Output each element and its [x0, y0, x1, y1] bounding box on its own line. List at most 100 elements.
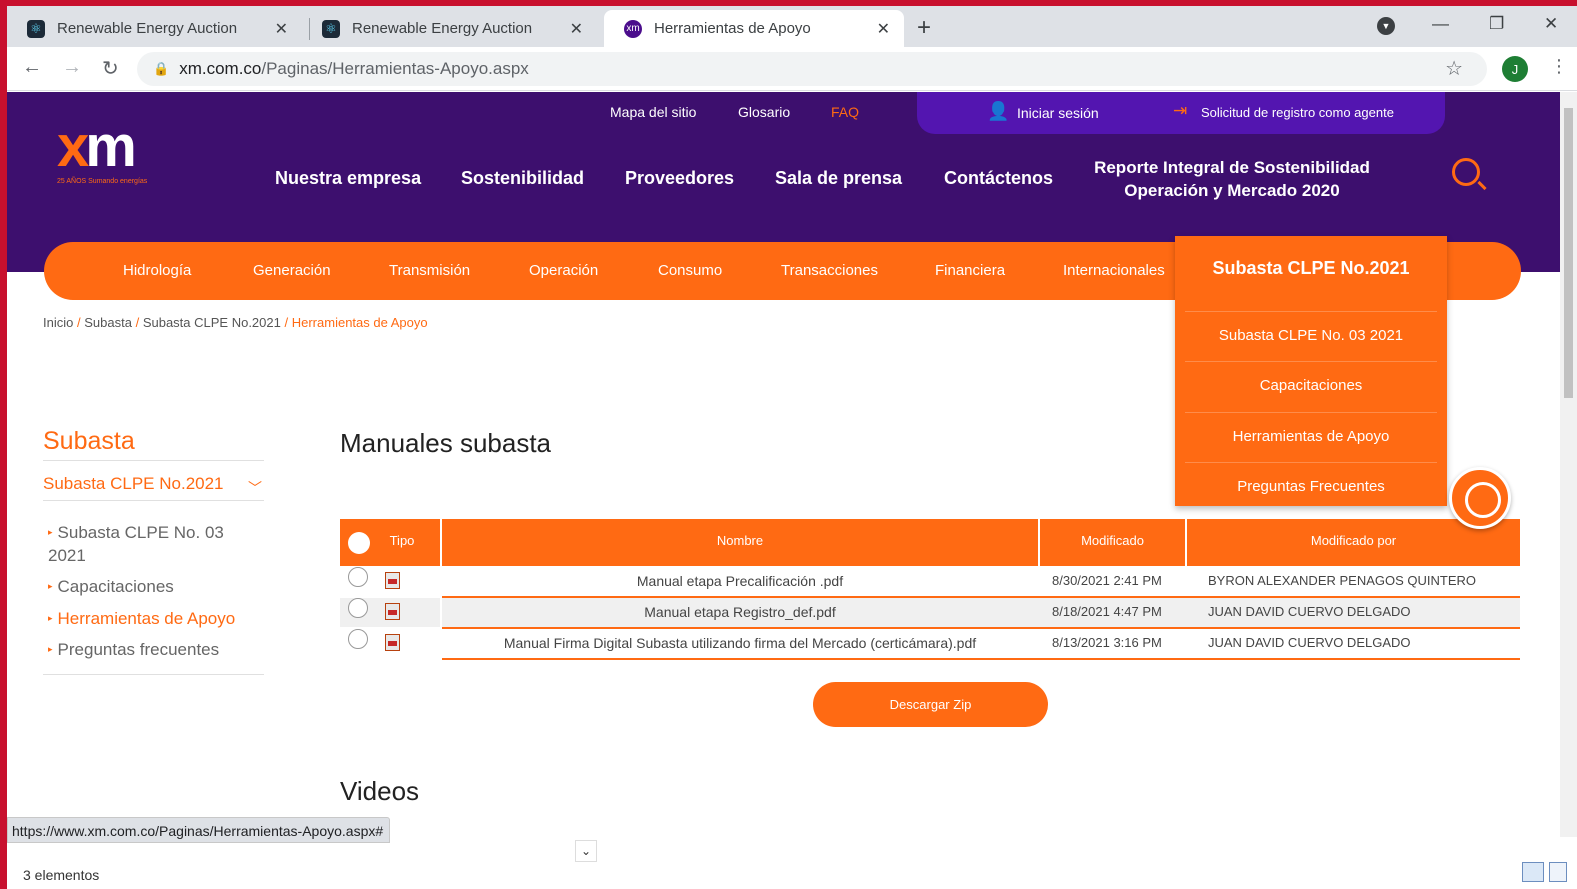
videos-heading: Videos: [340, 776, 420, 806]
tab-search-icon[interactable]: ▼: [1377, 17, 1395, 35]
sidebar-item-preguntas[interactable]: ▸ Preguntas frecuentes: [48, 638, 248, 661]
bookmark-star-icon[interactable]: ☆: [1445, 56, 1463, 81]
url-host: xm.com.co: [179, 59, 262, 78]
nav-financiera[interactable]: Financiera: [935, 262, 1005, 279]
react-icon: ⚛: [322, 19, 340, 38]
column-header-tipo[interactable]: Tipo: [340, 519, 442, 566]
dropdown-item-herramientas[interactable]: Herramientas de Apoyo: [1185, 412, 1437, 462]
close-tab-icon[interactable]: ✕: [570, 19, 583, 39]
nav-generacion[interactable]: Generación: [253, 262, 331, 279]
new-tab-icon[interactable]: +: [917, 14, 931, 42]
modified-date: 8/30/2021 2:41 PM: [1052, 573, 1162, 588]
glossary-link[interactable]: Glosario: [738, 104, 790, 120]
restore-icon[interactable]: ❐: [1489, 14, 1504, 34]
sidebar-section[interactable]: Subasta CLPE No.2021: [43, 474, 224, 494]
sidebar-item-subasta-03[interactable]: ▸ Subasta CLPE No. 03 2021: [48, 521, 248, 567]
sidebar-title[interactable]: Subasta: [43, 427, 135, 456]
pdf-icon: [385, 603, 400, 620]
items-count: 3 elementos: [23, 867, 100, 883]
profile-avatar[interactable]: J: [1502, 56, 1528, 82]
download-zip-button[interactable]: Descargar Zip: [813, 682, 1048, 727]
dropdown-item-subasta-03[interactable]: Subasta CLPE No. 03 2021: [1185, 311, 1437, 361]
modified-by: JUAN DAVID CUERVO DELGADO: [1208, 635, 1411, 650]
row-select-radio[interactable]: [348, 567, 368, 587]
nav-proveedores[interactable]: Proveedores: [625, 168, 734, 189]
nav-sostenibilidad[interactable]: Sostenibilidad: [461, 168, 584, 189]
file-name-link[interactable]: Manual etapa Precalificación .pdf: [442, 573, 1038, 589]
chevron-down-icon[interactable]: ﹀: [248, 478, 262, 498]
breadcrumb-current: Herramientas de Apoyo: [291, 315, 428, 330]
breadcrumb-subasta[interactable]: Subasta: [84, 315, 132, 330]
breadcrumb-inicio[interactable]: Inicio: [43, 315, 73, 330]
divider: [43, 674, 264, 675]
file-name-link[interactable]: Manual etapa Registro_def.pdf: [442, 604, 1038, 620]
register-link[interactable]: Solicitud de registro como agente: [1201, 105, 1394, 120]
xm-favicon-icon: xm: [624, 19, 642, 38]
page-scrollbar[interactable]: [1560, 92, 1577, 837]
manuales-heading: Manuales subasta: [340, 428, 552, 458]
nav-contactenos[interactable]: Contáctenos: [944, 168, 1053, 189]
forward-icon[interactable]: →: [62, 56, 82, 79]
support-chat-icon[interactable]: [1449, 467, 1511, 529]
nav-transmision[interactable]: Transmisión: [389, 262, 470, 279]
modified-by: BYRON ALEXANDER PENAGOS QUINTERO: [1208, 573, 1477, 588]
react-icon: ⚛: [27, 19, 45, 38]
browser-tab[interactable]: ⚛ Renewable Energy Auction ✕: [7, 10, 302, 47]
dropdown-title[interactable]: Subasta CLPE No.2021: [1175, 258, 1447, 279]
nav-consumo[interactable]: Consumo: [658, 262, 722, 279]
select-all-checkbox[interactable]: [348, 532, 370, 554]
user-icon: 👤: [987, 101, 1010, 121]
nav-internacionales[interactable]: Internacionales: [1063, 262, 1165, 279]
dropdown-item-preguntas[interactable]: Preguntas Frecuentes: [1185, 462, 1437, 512]
divider: [43, 460, 264, 461]
nav-hidrologia[interactable]: Hidrología: [123, 262, 191, 279]
table-row[interactable]: Manual etapa Precalificación .pdf 8/30/2…: [340, 567, 1520, 598]
divider: [43, 500, 264, 501]
chevron-down-icon[interactable]: ⌄: [575, 840, 597, 862]
file-name-link[interactable]: Manual Firma Digital Subasta utilizando …: [442, 635, 1038, 651]
browser-toolbar: ← → ↻ 🔒 xm.com.co/Paginas/Herramientas-A…: [7, 47, 1577, 91]
sidebar-item-herramientas[interactable]: ▸ Herramientas de Apoyo: [48, 607, 248, 630]
nav-operacion[interactable]: Operación: [529, 262, 598, 279]
nav-transacciones[interactable]: Transacciones: [781, 262, 878, 279]
minimize-icon[interactable]: —: [1432, 14, 1449, 34]
faq-link[interactable]: FAQ: [831, 104, 859, 120]
row-select-radio[interactable]: [348, 598, 368, 618]
reload-icon[interactable]: ↻: [102, 56, 119, 81]
details-view-icon[interactable]: [1522, 862, 1544, 882]
tab-title: Renewable Energy Auction: [57, 20, 238, 37]
browser-tab-active[interactable]: xm Herramientas de Apoyo ✕: [604, 10, 904, 47]
scrollbar-thumb[interactable]: [1564, 108, 1573, 398]
back-icon[interactable]: ←: [22, 56, 42, 79]
nav-sala-de-prensa[interactable]: Sala de prensa: [775, 168, 902, 189]
column-header-nombre[interactable]: Nombre: [442, 519, 1040, 566]
modified-by: JUAN DAVID CUERVO DELGADO: [1208, 604, 1411, 619]
close-tab-icon[interactable]: ✕: [877, 19, 890, 39]
dropdown-item-capacitaciones[interactable]: Capacitaciones: [1185, 361, 1437, 411]
subasta-dropdown-menu: Subasta CLPE No.2021 Subasta CLPE No. 03…: [1175, 236, 1447, 506]
breadcrumb-subasta-clpe[interactable]: Subasta CLPE No.2021: [143, 315, 281, 330]
report-line1: Reporte Integral de Sostenibilidad: [1094, 158, 1370, 177]
column-header-modificado[interactable]: Modificado: [1040, 519, 1187, 566]
search-icon[interactable]: [1452, 158, 1480, 186]
tiles-view-icon[interactable]: [1549, 862, 1567, 882]
report-link[interactable]: Reporte Integral de Sostenibilidad Opera…: [1082, 156, 1382, 202]
address-bar[interactable]: 🔒 xm.com.co/Paginas/Herramientas-Apoyo.a…: [137, 52, 1487, 86]
logo-tagline: 25 AÑOS Sumando energías: [57, 178, 148, 185]
xm-logo[interactable]: xm 25 AÑOS Sumando energías: [57, 118, 182, 186]
report-line2: Operación y Mercado 2020: [1124, 181, 1340, 200]
table-row[interactable]: Manual Firma Digital Subasta utilizando …: [340, 629, 1520, 660]
table-row[interactable]: Manual etapa Registro_def.pdf 8/18/2021 …: [340, 598, 1520, 629]
sitemap-link[interactable]: Mapa del sitio: [610, 104, 696, 120]
lock-icon: 🔒: [153, 61, 170, 76]
sidebar-item-capacitaciones[interactable]: ▸ Capacitaciones: [48, 575, 248, 598]
browser-tab[interactable]: ⚛ Renewable Energy Auction ✕: [302, 10, 597, 47]
login-link[interactable]: Iniciar sesión: [1017, 105, 1099, 121]
close-tab-icon[interactable]: ✕: [275, 19, 288, 39]
row-select-radio[interactable]: [348, 629, 368, 649]
register-icon: ⇥: [1173, 101, 1188, 120]
nav-nuestra-empresa[interactable]: Nuestra empresa: [275, 168, 421, 189]
browser-menu-icon[interactable]: ⋮: [1550, 56, 1568, 77]
tab-title: Renewable Energy Auction: [352, 20, 533, 37]
close-window-icon[interactable]: ✕: [1544, 14, 1558, 34]
